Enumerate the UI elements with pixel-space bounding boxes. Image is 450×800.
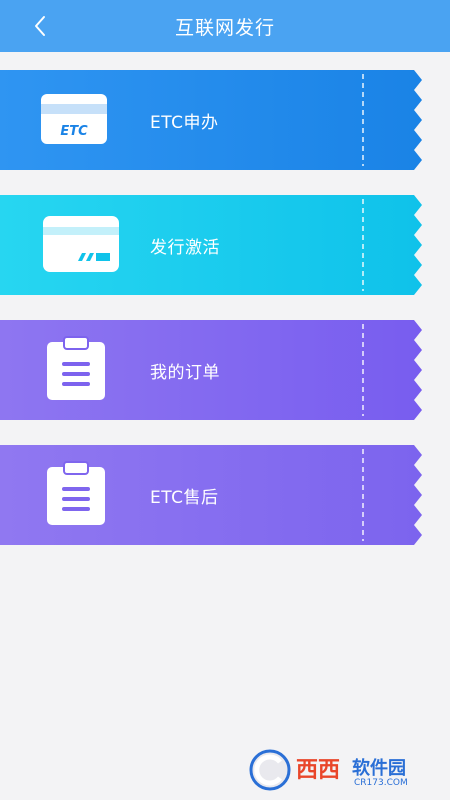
- menu-item-issue-activate[interactable]: 发行激活: [0, 195, 426, 295]
- watermark: 西西 软件园 CR173.COM: [246, 748, 436, 792]
- card-activate-icon: [43, 216, 119, 272]
- top-bar: 互联网发行: [0, 0, 450, 52]
- menu-item-label: 发行激活: [150, 237, 220, 258]
- chevron-left-icon: [35, 16, 45, 36]
- watermark-domain: CR173.COM: [354, 778, 408, 788]
- menu-item-label: 我的订单: [150, 362, 220, 383]
- menu-item-label: ETC申办: [150, 112, 219, 133]
- watermark-logo-icon: [249, 749, 291, 791]
- menu-item-my-orders[interactable]: 我的订单: [0, 320, 426, 420]
- clipboard-icon: [47, 336, 105, 400]
- page-title: 互联网发行: [174, 16, 275, 39]
- etc-card-icon: ETC: [41, 94, 107, 144]
- back-button[interactable]: [24, 10, 56, 42]
- menu-item-etc-apply[interactable]: ETC ETC申办: [0, 70, 426, 170]
- menu-item-label: ETC售后: [150, 487, 219, 508]
- clipboard-icon: [47, 461, 105, 525]
- watermark-site: 软件园: [352, 758, 406, 779]
- watermark-brand: 西西: [296, 758, 341, 783]
- menu-item-etc-after-sales[interactable]: ETC售后: [0, 445, 426, 545]
- svg-text:ETC: ETC: [60, 124, 88, 139]
